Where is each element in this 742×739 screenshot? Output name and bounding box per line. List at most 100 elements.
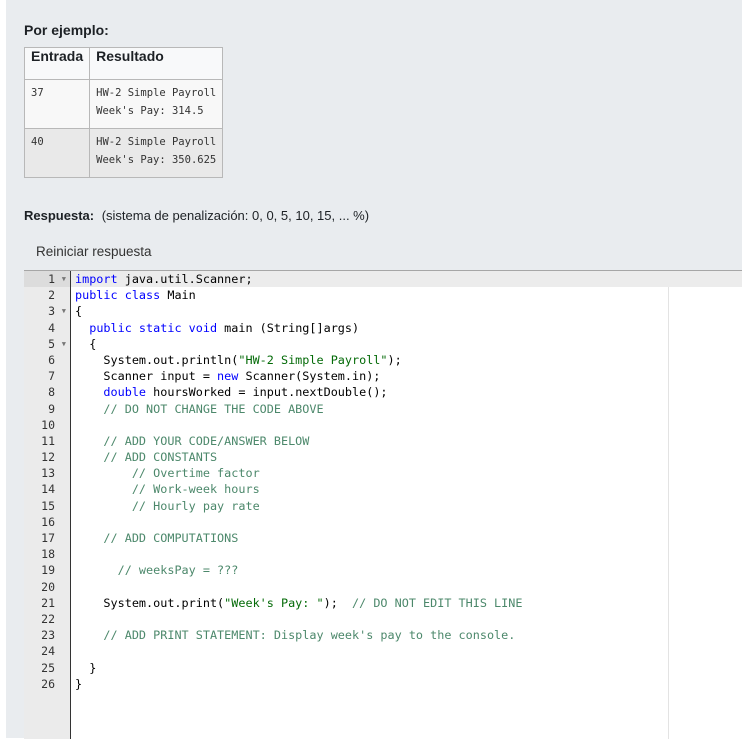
code-token: java.util.Scanner;	[117, 272, 253, 286]
line-number: 19	[41, 563, 55, 578]
code-editor[interactable]: 1 ▼ 2 3 ▼ 4 5 ▼ 6 7 8 9 10 11 12 13 14 15 16 17 18 19 20 21 22 23…	[24, 270, 742, 739]
code-token: {	[75, 336, 97, 351]
keyword-token: double	[103, 385, 147, 400]
line-number: 17	[41, 531, 55, 545]
code-line[interactable]: double hoursWorked = input.nextDouble();	[71, 384, 742, 400]
example-output: HW-2 Simple Payroll Week's Pay: 314.5	[89, 79, 224, 129]
line-number: 13	[41, 466, 55, 481]
code-line[interactable]: public static void main (String[]args)	[71, 320, 742, 336]
comment-token: // Hourly pay rate	[131, 498, 260, 513]
string-token: "HW-2 Simple Payroll"	[238, 352, 388, 367]
code-line[interactable]	[71, 514, 742, 530]
code-line[interactable]	[71, 579, 742, 595]
code-line[interactable]: // ADD CONSTANTS	[71, 449, 742, 465]
code-line[interactable]	[71, 611, 742, 627]
code-line[interactable]: {	[71, 303, 742, 319]
comment-token: // DO NOT CHANGE THE CODE ABOVE	[103, 401, 324, 416]
keyword-token: new	[217, 369, 239, 384]
code-line[interactable]: // Work-week hours	[71, 481, 742, 497]
code-token: }	[75, 660, 97, 675]
fold-arrow-icon[interactable]: ▼	[62, 271, 66, 287]
line-number: 18	[41, 547, 55, 562]
code-line[interactable]: Scanner input = new Scanner(System.in);	[71, 368, 742, 384]
comment-token: // ADD COMPUTATIONS	[103, 531, 239, 545]
code-line[interactable]	[71, 643, 742, 659]
editor-gutter: 1 ▼ 2 3 ▼ 4 5 ▼ 6 7 8 9 10 11 12 13 14 15 16 17 18 19 20 21 22 23…	[24, 271, 71, 739]
fold-arrow-icon[interactable]: ▼	[62, 303, 66, 319]
code-token: main (String[]args)	[217, 320, 360, 335]
code-line[interactable]: // Overtime factor	[71, 465, 742, 481]
line-number: 14	[41, 482, 55, 497]
reset-answer-button[interactable]: Reiniciar respuesta	[24, 238, 164, 266]
keyword-token: import	[75, 272, 118, 286]
keyword-token: public class	[75, 288, 161, 303]
line-number: 9	[48, 401, 55, 416]
code-token: System.out.print(	[75, 595, 225, 610]
line-number: 8	[48, 385, 55, 400]
code-line[interactable]: public class Main	[71, 287, 742, 303]
line-number: 10	[41, 417, 55, 432]
code-line[interactable]: System.out.println("HW-2 Simple Payroll"…	[71, 352, 742, 368]
code-line[interactable]: {	[71, 336, 742, 352]
code-token: {	[75, 304, 83, 319]
code-area[interactable]: import java.util.Scanner; public class Ma…	[71, 271, 742, 692]
line-number: 2	[48, 288, 55, 303]
fold-arrow-icon[interactable]: ▼	[62, 336, 66, 352]
code-line[interactable]: System.out.print("Week's Pay: "); // DO …	[71, 595, 742, 611]
string-token: "Week's Pay: "	[224, 595, 324, 610]
code-token: hoursWorked = input.nextDouble();	[146, 385, 388, 400]
table-row: 37 HW-2 Simple Payroll Week's Pay: 314.5	[23, 79, 224, 129]
line-number: 15	[41, 498, 55, 513]
line-number: 11	[41, 433, 55, 448]
penalty-info: (sistema de penalización: 0, 0, 5, 10, 1…	[101, 208, 370, 223]
line-number: 24	[41, 644, 55, 659]
code-line[interactable]: }	[71, 660, 742, 676]
code-token: Scanner input =	[75, 369, 218, 384]
code-line[interactable]: // DO NOT CHANGE THE CODE ABOVE	[71, 401, 742, 417]
examples-table: Entrada Resultado 37 HW-2 Simple Payroll…	[23, 47, 224, 178]
line-number: 16	[41, 514, 55, 529]
code-line[interactable]: // Hourly pay rate	[71, 498, 742, 514]
example-input: 40	[23, 128, 91, 178]
code-token: );	[323, 595, 353, 610]
line-number: 21	[41, 595, 55, 610]
output-line: HW-2 Simple Payroll	[96, 87, 217, 99]
line-number: 23	[41, 628, 55, 643]
example-input: 37	[23, 79, 91, 129]
code-token: );	[387, 352, 402, 367]
code-line[interactable]: // ADD YOUR CODE/ANSWER BELOW	[71, 433, 742, 449]
line-number: 25	[41, 660, 55, 675]
line-number: 6	[48, 352, 55, 367]
code-line[interactable]: // weeksPay = ???	[71, 562, 742, 578]
keyword-token: public static void	[89, 320, 218, 335]
line-number: 1 ▼	[24, 271, 70, 288]
table-row: 40 HW-2 Simple Payroll Week's Pay: 350.6…	[23, 128, 224, 178]
output-line: Week's Pay: 314.5	[96, 105, 204, 117]
answer-label: Respuesta: (sistema de penalización: 0, …	[24, 208, 369, 223]
code-line[interactable]	[71, 546, 742, 562]
output-line: HW-2 Simple Payroll	[96, 136, 217, 148]
line-number: 26	[41, 676, 55, 691]
line-number: 5 ▼	[48, 336, 66, 352]
code-line[interactable]: import java.util.Scanner;	[71, 271, 742, 288]
header-resultado: Resultado	[89, 47, 224, 80]
code-token: Scanner(System.in);	[238, 369, 381, 384]
code-line[interactable]: }	[71, 676, 742, 692]
comment-token: // ADD CONSTANTS	[103, 450, 218, 465]
code-line[interactable]	[71, 417, 742, 433]
line-number: 7	[48, 369, 55, 384]
comment-token: // DO NOT EDIT THIS LINE	[352, 595, 523, 610]
code-line[interactable]: // ADD PRINT STATEMENT: Display week's p…	[71, 627, 742, 643]
line-number: 4	[48, 320, 55, 335]
code-line[interactable]: // ADD COMPUTATIONS	[71, 530, 742, 546]
comment-token: // ADD PRINT STATEMENT: Display week's p…	[103, 628, 516, 643]
line-number: 22	[41, 611, 55, 626]
code-token: Main	[160, 288, 196, 303]
